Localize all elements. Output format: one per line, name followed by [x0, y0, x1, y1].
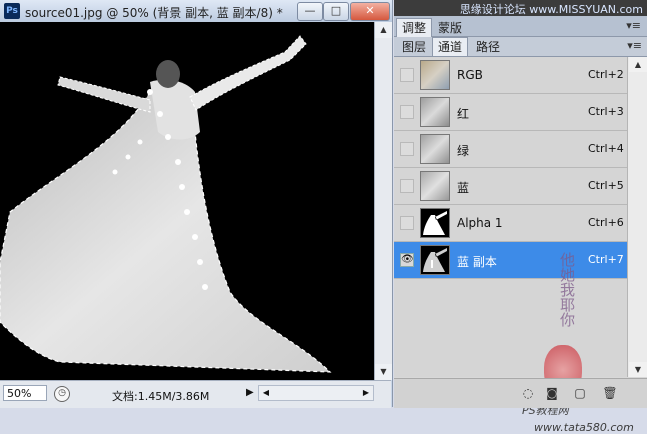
image-canvas[interactable]: [0, 22, 374, 380]
tab-layers[interactable]: 图层: [396, 37, 432, 57]
channel-name: 蓝: [457, 181, 470, 195]
eye-icon[interactable]: 👁: [400, 253, 414, 267]
zoom-level-input[interactable]: 50%: [3, 385, 47, 401]
document-titlebar[interactable]: Ps source01.jpg @ 50% (背景 副本, 蓝 副本/8) * …: [0, 0, 392, 23]
channel-thumbnail: [420, 97, 450, 127]
site-watermark: 思缘设计论坛 www.MISSYUAN.com: [459, 3, 643, 16]
load-selection-icon[interactable]: ◌: [520, 385, 536, 401]
horizontal-scrollbar[interactable]: ◀ ▶: [258, 385, 374, 401]
channel-thumbnail: [420, 134, 450, 164]
document-window: Ps source01.jpg @ 50% (背景 副本, 蓝 副本/8) * …: [0, 0, 393, 408]
save-selection-icon[interactable]: ◙: [544, 385, 560, 401]
adjustments-tabbar: 调整 蒙版 思缘设计论坛 www.MISSYUAN.com ▾≡: [394, 3, 647, 38]
channels-panel: 调整 蒙版 思缘设计论坛 www.MISSYUAN.com ▾≡ 图层 通道 路…: [394, 0, 647, 434]
channel-row-rgb[interactable]: RGB Ctrl+2: [394, 57, 627, 94]
status-menu-arrow-icon[interactable]: ▶: [246, 387, 254, 398]
vertical-scrollbar[interactable]: ▲ ▼: [374, 22, 392, 380]
minimize-button[interactable]: —: [297, 2, 323, 21]
calligraphy-watermark: 他她我耶你: [558, 252, 576, 327]
url-watermark: www.tata580.com: [534, 421, 634, 434]
channel-row-blue[interactable]: 蓝 Ctrl+5: [394, 168, 627, 205]
panel-menu-icon[interactable]: ▾≡: [626, 19, 641, 32]
channel-name: 蓝 副本: [457, 255, 497, 269]
channel-row-red[interactable]: 红 Ctrl+3: [394, 94, 627, 131]
document-size: 文档:1.45M/3.86M: [112, 390, 210, 403]
channel-row-green[interactable]: 绿 Ctrl+4: [394, 131, 627, 168]
visibility-toggle[interactable]: [400, 216, 414, 230]
close-button[interactable]: ✕: [350, 2, 390, 21]
tab-channels[interactable]: 通道: [432, 37, 469, 56]
channel-thumbnail: [420, 208, 450, 238]
status-info-icon[interactable]: ◷: [54, 386, 70, 402]
channel-row-blue-copy[interactable]: 👁 蓝 副本 Ctrl+7: [394, 242, 627, 279]
channel-name: 红: [457, 107, 470, 121]
scroll-left-icon[interactable]: ◀: [259, 386, 273, 400]
scroll-down-icon[interactable]: ▼: [629, 362, 647, 377]
channels-menu-icon[interactable]: ▾≡: [627, 39, 642, 52]
channel-thumbnail: [420, 60, 450, 90]
document-title: source01.jpg @ 50% (背景 副本, 蓝 副本/8) *: [25, 6, 283, 20]
channel-shortcut: Ctrl+6: [588, 216, 624, 229]
delete-channel-icon[interactable]: 🗑: [602, 385, 618, 401]
visibility-toggle[interactable]: [400, 142, 414, 156]
visibility-toggle[interactable]: [400, 105, 414, 119]
channel-list-scrollbar[interactable]: ▲ ▼: [627, 57, 647, 377]
tab-paths[interactable]: 路径: [470, 37, 506, 57]
scroll-down-icon[interactable]: ▼: [375, 364, 392, 380]
channel-shortcut: Ctrl+7: [588, 253, 624, 266]
visibility-toggle[interactable]: [400, 68, 414, 82]
channel-name: 绿: [457, 144, 470, 158]
channel-row-alpha1[interactable]: Alpha 1 Ctrl+6: [394, 205, 627, 242]
new-channel-icon[interactable]: ▢: [572, 385, 588, 401]
channel-name: RGB: [457, 68, 483, 82]
channel-shortcut: Ctrl+5: [588, 179, 624, 192]
channels-panel-footer: ◌ ◙ ▢ 🗑: [394, 378, 647, 408]
photoshop-logo-icon: Ps: [4, 3, 20, 19]
channel-shortcut: Ctrl+3: [588, 105, 624, 118]
channel-shortcut: Ctrl+4: [588, 142, 624, 155]
scroll-up-icon[interactable]: ▲: [629, 57, 647, 72]
channel-thumbnail: [420, 245, 450, 275]
maximize-button[interactable]: □: [323, 2, 349, 21]
tab-masks[interactable]: 蒙版: [432, 18, 468, 38]
tab-adjustments[interactable]: 调整: [396, 18, 433, 37]
status-bar: 50% ◷ 文档:1.45M/3.86M ▶ ◀ ▶: [0, 380, 391, 408]
scroll-right-icon[interactable]: ▶: [359, 386, 373, 400]
channels-tabbar: 图层 通道 路径 ▾≡: [394, 37, 647, 57]
dancer-image: [0, 35, 332, 373]
visibility-toggle[interactable]: [400, 179, 414, 193]
channel-shortcut: Ctrl+2: [588, 68, 624, 81]
channel-list: RGB Ctrl+2 红 Ctrl+3 绿 Ctrl+4 蓝 Ctrl+5 Al: [394, 57, 634, 434]
scroll-up-icon[interactable]: ▲: [375, 22, 392, 38]
channel-thumbnail: [420, 171, 450, 201]
channel-name: Alpha 1: [457, 216, 503, 230]
